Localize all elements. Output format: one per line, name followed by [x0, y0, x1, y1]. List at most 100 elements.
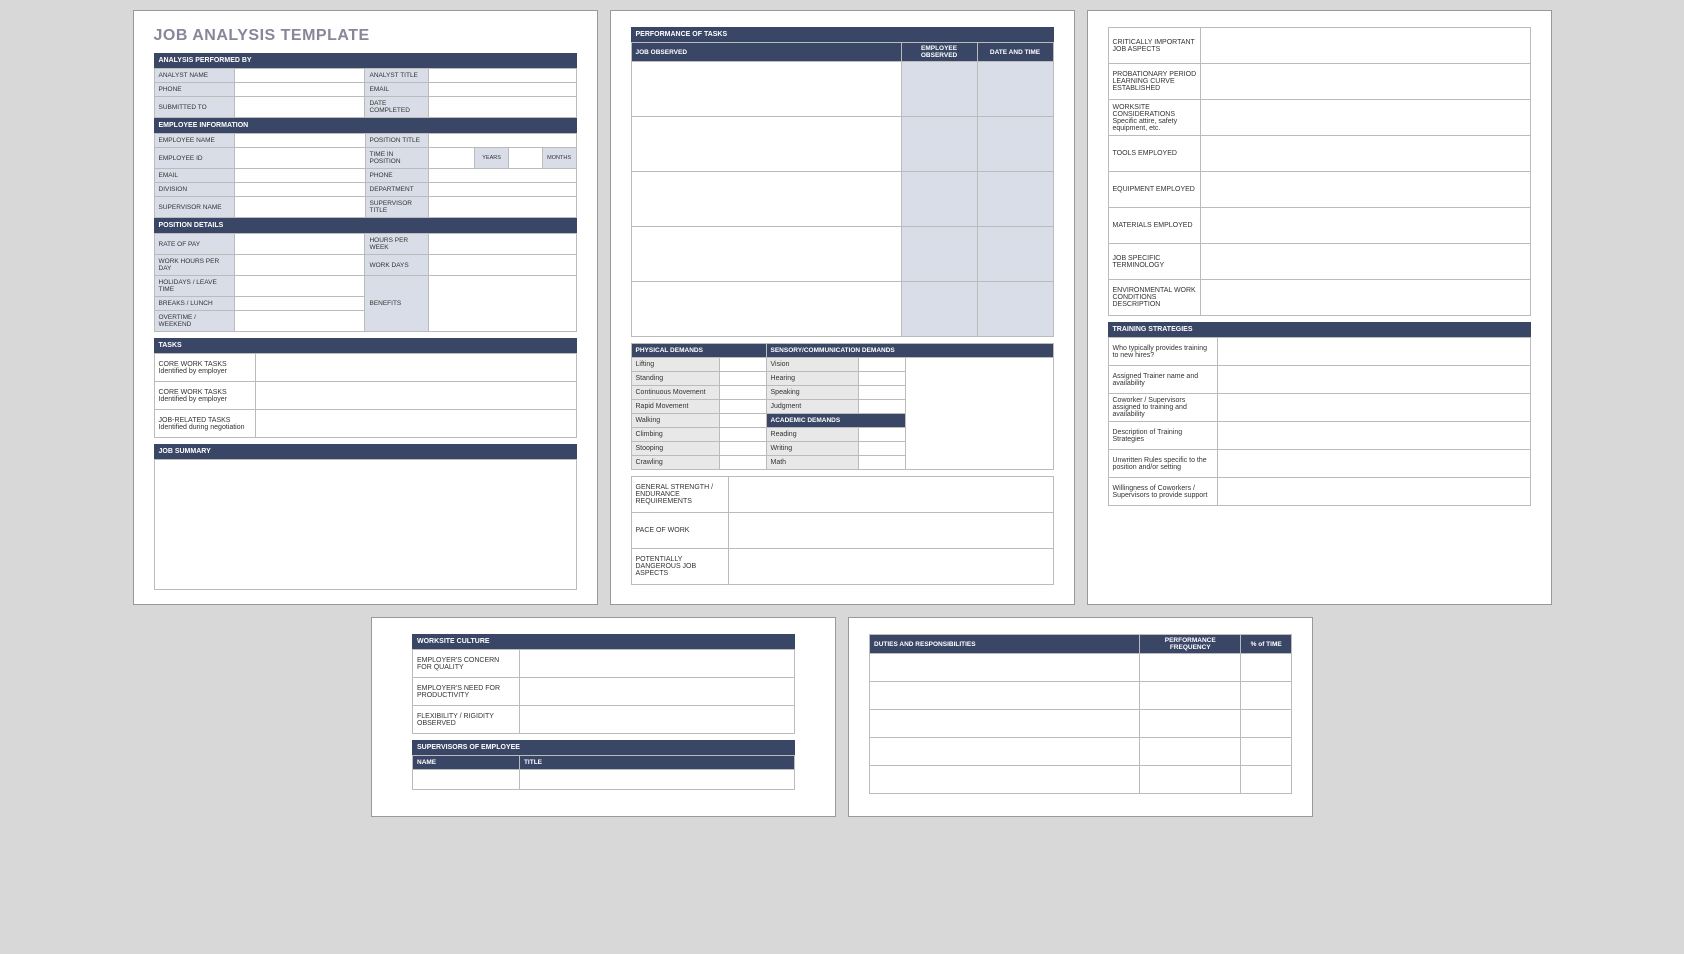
field-concern-quality[interactable]: [519, 650, 794, 678]
field-date-5[interactable]: [977, 282, 1053, 337]
field-env-conditions[interactable]: [1201, 280, 1530, 316]
position-details-table: RATE OF PAY HOURS PER WEEK WORK HOURS PE…: [154, 233, 577, 332]
field-date-1[interactable]: [977, 62, 1053, 117]
field-work-hours-day[interactable]: [234, 255, 365, 276]
field-pace-work[interactable]: [728, 513, 1053, 549]
field-analyst-title[interactable]: [428, 69, 576, 83]
field-date-completed[interactable]: [428, 97, 576, 118]
field-duty-1[interactable]: [870, 654, 1140, 682]
field-crawling[interactable]: [720, 456, 766, 470]
field-sup-name-1[interactable]: [413, 770, 520, 790]
field-benefits[interactable]: [428, 276, 576, 332]
demands-spacer: [905, 358, 1053, 470]
field-submitted-to[interactable]: [234, 97, 365, 118]
field-holidays[interactable]: [234, 276, 365, 297]
field-job-observed-3[interactable]: [631, 172, 901, 227]
field-department[interactable]: [428, 183, 576, 197]
field-duty-2[interactable]: [870, 682, 1140, 710]
field-vision[interactable]: [859, 358, 905, 372]
field-pct-2[interactable]: [1241, 682, 1292, 710]
field-date-2[interactable]: [977, 117, 1053, 172]
field-job-summary[interactable]: [154, 460, 576, 590]
field-emp-observed-4[interactable]: [901, 227, 977, 282]
field-job-related-tasks[interactable]: [255, 410, 576, 438]
field-work-days[interactable]: [428, 255, 576, 276]
field-emp-observed-3[interactable]: [901, 172, 977, 227]
field-job-observed-1[interactable]: [631, 62, 901, 117]
field-willingness[interactable]: [1218, 478, 1530, 506]
field-pct-4[interactable]: [1241, 738, 1292, 766]
field-dangerous[interactable]: [728, 549, 1053, 585]
field-sup-title-1[interactable]: [519, 770, 794, 790]
field-lifting[interactable]: [720, 358, 766, 372]
field-rapid-movement[interactable]: [720, 400, 766, 414]
field-speaking[interactable]: [859, 386, 905, 400]
field-emp-observed-5[interactable]: [901, 282, 977, 337]
field-email2[interactable]: [234, 169, 365, 183]
field-freq-5[interactable]: [1140, 766, 1241, 794]
field-climbing[interactable]: [720, 428, 766, 442]
field-hours-per-week[interactable]: [428, 234, 576, 255]
field-math[interactable]: [859, 456, 905, 470]
field-position-title[interactable]: [428, 134, 576, 148]
field-pct-3[interactable]: [1241, 710, 1292, 738]
field-duty-5[interactable]: [870, 766, 1140, 794]
field-core-tasks-1[interactable]: [255, 354, 576, 382]
field-unwritten-rules[interactable]: [1218, 450, 1530, 478]
field-duty-4[interactable]: [870, 738, 1140, 766]
field-breaks[interactable]: [234, 297, 365, 311]
field-pct-1[interactable]: [1241, 654, 1292, 682]
field-years[interactable]: [428, 148, 474, 169]
field-freq-3[interactable]: [1140, 710, 1241, 738]
field-trainer-name[interactable]: [1218, 366, 1530, 394]
label-years: YEARS: [475, 148, 509, 169]
field-strength-req[interactable]: [728, 477, 1053, 513]
field-core-tasks-2[interactable]: [255, 382, 576, 410]
field-months[interactable]: [508, 148, 542, 169]
field-worksite-considerations[interactable]: [1201, 100, 1530, 136]
field-writing[interactable]: [859, 442, 905, 456]
field-division[interactable]: [234, 183, 365, 197]
field-overtime[interactable]: [234, 311, 365, 332]
field-freq-2[interactable]: [1140, 682, 1241, 710]
field-email[interactable]: [428, 83, 576, 97]
field-materials[interactable]: [1201, 208, 1530, 244]
field-who-trains[interactable]: [1218, 338, 1530, 366]
field-training-desc[interactable]: [1218, 422, 1530, 450]
field-equipment[interactable]: [1201, 172, 1530, 208]
field-freq-1[interactable]: [1140, 654, 1241, 682]
field-job-observed-2[interactable]: [631, 117, 901, 172]
field-hearing[interactable]: [859, 372, 905, 386]
field-judgment[interactable]: [859, 400, 905, 414]
label-department: DEPARTMENT: [365, 183, 428, 197]
field-coworker-training[interactable]: [1218, 394, 1530, 422]
field-supervisor-title[interactable]: [428, 197, 576, 218]
field-critical-aspects[interactable]: [1201, 28, 1530, 64]
field-phone[interactable]: [234, 83, 365, 97]
field-tools[interactable]: [1201, 136, 1530, 172]
field-job-observed-5[interactable]: [631, 282, 901, 337]
field-emp-observed-1[interactable]: [901, 62, 977, 117]
field-emp-observed-2[interactable]: [901, 117, 977, 172]
field-reading[interactable]: [859, 428, 905, 442]
field-need-productivity[interactable]: [519, 678, 794, 706]
field-date-3[interactable]: [977, 172, 1053, 227]
field-walking[interactable]: [720, 414, 766, 428]
field-cont-movement[interactable]: [720, 386, 766, 400]
field-supervisor-name[interactable]: [234, 197, 365, 218]
field-duty-3[interactable]: [870, 710, 1140, 738]
field-terminology[interactable]: [1201, 244, 1530, 280]
field-employee-id[interactable]: [234, 148, 365, 169]
field-employee-name[interactable]: [234, 134, 365, 148]
field-analyst-name[interactable]: [234, 69, 365, 83]
field-freq-4[interactable]: [1140, 738, 1241, 766]
field-pct-5[interactable]: [1241, 766, 1292, 794]
field-rate-of-pay[interactable]: [234, 234, 365, 255]
field-date-4[interactable]: [977, 227, 1053, 282]
field-job-observed-4[interactable]: [631, 227, 901, 282]
field-stooping[interactable]: [720, 442, 766, 456]
field-flexibility[interactable]: [519, 706, 794, 734]
field-standing[interactable]: [720, 372, 766, 386]
field-probationary[interactable]: [1201, 64, 1530, 100]
field-phone2[interactable]: [428, 169, 576, 183]
